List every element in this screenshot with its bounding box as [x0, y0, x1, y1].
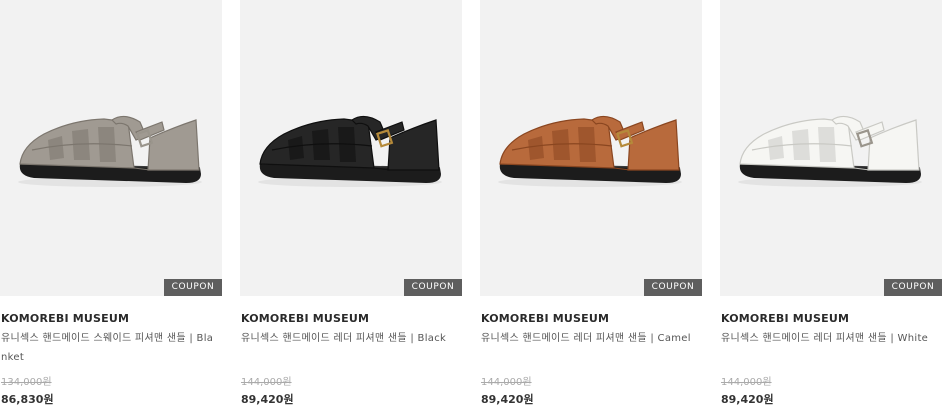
sandal-image [18, 115, 202, 187]
product-card[interactable]: COUPON KOMOREBI MUSEUM 유니섹스 핸드메이드 레더 피셔맨… [720, 0, 942, 417]
product-card[interactable]: COUPON KOMOREBI MUSEUM 유니섹스 핸드메이드 레더 피셔맨… [240, 0, 462, 417]
sale-price: 89,420원 [241, 393, 294, 406]
coupon-badge: COUPON [644, 279, 702, 296]
original-price: 144,000원 [481, 377, 532, 388]
coupon-badge: COUPON [404, 279, 462, 296]
sale-price: 89,420원 [481, 393, 534, 406]
product-name[interactable]: 유니섹스 핸드메이드 레더 피셔맨 샌들 | White [721, 329, 939, 348]
product-card[interactable]: COUPON KOMOREBI MUSEUM 유니섹스 핸드메이드 스웨이드 피… [0, 0, 222, 417]
sandal-image [258, 115, 442, 187]
sandal-image [498, 115, 682, 187]
original-price: 144,000원 [721, 377, 772, 388]
coupon-badge: COUPON [164, 279, 222, 296]
brand-name[interactable]: KOMOREBI MUSEUM [1, 312, 129, 325]
product-image[interactable]: COUPON [240, 0, 462, 296]
brand-name[interactable]: KOMOREBI MUSEUM [721, 312, 849, 325]
coupon-badge: COUPON [884, 279, 942, 296]
brand-name[interactable]: KOMOREBI MUSEUM [241, 312, 369, 325]
product-grid: COUPON KOMOREBI MUSEUM 유니섹스 핸드메이드 스웨이드 피… [0, 0, 945, 417]
brand-name[interactable]: KOMOREBI MUSEUM [481, 312, 609, 325]
sale-price: 86,830원 [1, 393, 54, 406]
original-price: 134,000원 [1, 377, 52, 388]
product-image[interactable]: COUPON [480, 0, 702, 296]
product-image[interactable]: COUPON [0, 0, 222, 296]
product-name[interactable]: 유니섹스 핸드메이드 레더 피셔맨 샌들 | Camel [481, 329, 699, 348]
original-price: 144,000원 [241, 377, 292, 388]
sale-price: 89,420원 [721, 393, 774, 406]
product-image[interactable]: COUPON [720, 0, 942, 296]
sandal-image [738, 115, 922, 187]
product-name[interactable]: 유니섹스 핸드메이드 스웨이드 피셔맨 샌들 | Blanket [1, 329, 219, 367]
product-card[interactable]: COUPON KOMOREBI MUSEUM 유니섹스 핸드메이드 레더 피셔맨… [480, 0, 702, 417]
product-name[interactable]: 유니섹스 핸드메이드 레더 피셔맨 샌들 | Black [241, 329, 459, 348]
